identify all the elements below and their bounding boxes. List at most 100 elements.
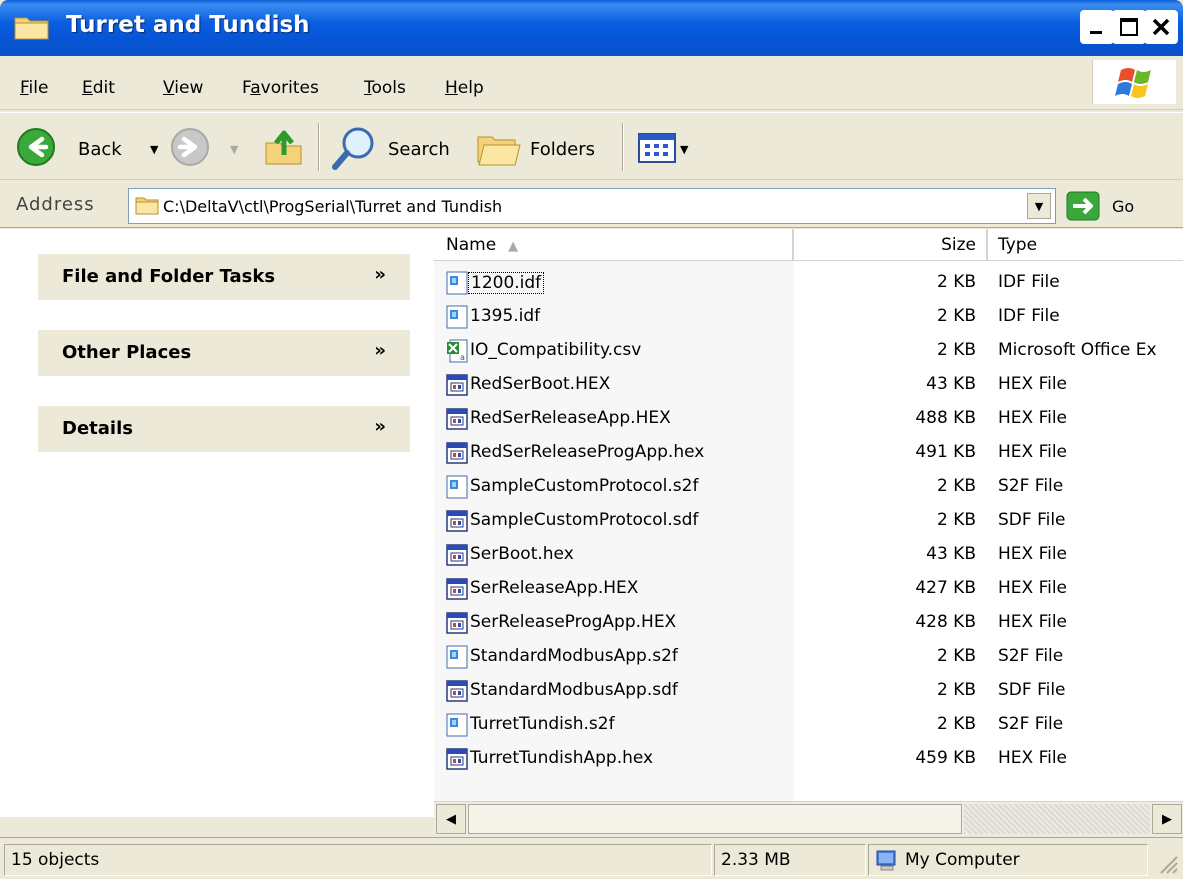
file-size: 2 KB: [936, 272, 976, 292]
address-label: Address: [16, 194, 95, 215]
resize-grip-icon[interactable]: [1155, 851, 1179, 875]
generic-doc-icon: [446, 645, 468, 669]
column-header-name-label: Name: [446, 235, 497, 255]
menu-edit-key: E: [82, 78, 93, 98]
file-size: 459 KB: [915, 748, 976, 768]
computer-icon: [876, 850, 896, 871]
search-icon[interactable]: [330, 125, 378, 171]
hex-file-icon: [446, 611, 468, 635]
horizontal-scrollbar[interactable]: ◀ ▶: [434, 801, 1183, 835]
file-size: 491 KB: [915, 442, 976, 462]
column-header-name[interactable]: Name ▲: [434, 229, 794, 261]
address-input[interactable]: C:\DeltaV\ctl\ProgSerial\Turret and Tund…: [128, 188, 1056, 224]
file-type: SDF File: [998, 510, 1066, 530]
minimize-button[interactable]: [1080, 10, 1114, 44]
task-group-title: Other Places: [62, 342, 192, 363]
title-bar[interactable]: Turret and Tundish: [0, 0, 1183, 56]
file-row[interactable]: SerReleaseApp.HEX 427 KB HEX File: [434, 573, 1183, 607]
address-value: C:\DeltaV\ctl\ProgSerial\Turret and Tund…: [163, 197, 503, 216]
file-row[interactable]: RedSerReleaseProgApp.hex 491 KB HEX File: [434, 437, 1183, 471]
folder-icon: [14, 17, 49, 40]
go-button[interactable]: Go: [1066, 188, 1176, 224]
menu-help[interactable]: Help: [445, 78, 484, 98]
task-group-other-places[interactable]: Other Places »: [38, 330, 410, 376]
file-row[interactable]: SampleCustomProtocol.s2f 2 KB S2F File: [434, 471, 1183, 505]
file-row[interactable]: a IO_Compatibility.csv 2 KB Microsoft Offic…: [434, 335, 1183, 369]
search-button-label[interactable]: Search: [388, 139, 450, 160]
file-row[interactable]: StandardModbusApp.sdf 2 KB SDF File: [434, 675, 1183, 709]
generic-doc-icon: [446, 475, 468, 499]
file-name: TurretTundishApp.hex: [470, 748, 654, 768]
file-size: 43 KB: [926, 374, 976, 394]
menu-tools[interactable]: Tools: [364, 78, 406, 98]
forward-dropdown-arrow-icon[interactable]: ▼: [230, 143, 238, 156]
file-row[interactable]: 1395.idf 2 KB IDF File: [434, 301, 1183, 335]
file-row[interactable]: RedSerBoot.HEX 43 KB HEX File: [434, 369, 1183, 403]
close-button[interactable]: [1144, 10, 1178, 44]
address-bar: Address C:\DeltaV\ctl\ProgSerial\Turret …: [0, 182, 1183, 228]
back-dropdown-arrow-icon[interactable]: ▼: [150, 143, 158, 156]
scroll-track[interactable]: [964, 804, 1150, 834]
views-dropdown-arrow-icon[interactable]: ▼: [680, 143, 688, 156]
status-total-size: 2.33 MB: [714, 844, 866, 876]
folders-icon[interactable]: [476, 129, 522, 169]
close-icon: [1152, 18, 1170, 36]
folders-button-label[interactable]: Folders: [530, 139, 595, 160]
task-group-title: File and Folder Tasks: [62, 266, 276, 287]
column-header-type[interactable]: Type: [988, 229, 1183, 261]
scroll-right-button[interactable]: ▶: [1152, 804, 1182, 834]
chevron-down-icon[interactable]: »: [374, 416, 386, 437]
menu-file[interactable]: File: [20, 78, 48, 98]
file-name: StandardModbusApp.sdf: [470, 680, 678, 700]
menu-bar: File Edit View Favorites Tools Help: [0, 56, 1183, 110]
file-type: Microsoft Office Ex: [998, 340, 1157, 360]
scroll-left-button[interactable]: ◀: [436, 804, 466, 834]
back-arrow-icon[interactable]: [16, 127, 56, 167]
file-size: 427 KB: [915, 578, 976, 598]
up-folder-icon[interactable]: [262, 125, 306, 169]
file-row[interactable]: TurretTundish.s2f 2 KB S2F File: [434, 709, 1183, 743]
task-group-details[interactable]: Details »: [38, 406, 410, 452]
file-row[interactable]: StandardModbusApp.s2f 2 KB S2F File: [434, 641, 1183, 675]
maximize-button[interactable]: [1112, 10, 1146, 44]
go-arrow-icon: [1066, 191, 1100, 221]
file-row[interactable]: 1200.idf 2 KB IDF File: [434, 267, 1183, 301]
menu-view-key: V: [163, 78, 175, 98]
address-dropdown-button[interactable]: ▼: [1027, 193, 1051, 219]
menu-edit[interactable]: Edit: [82, 78, 115, 98]
file-type: HEX File: [998, 374, 1068, 394]
file-row[interactable]: SerReleaseProgApp.HEX 428 KB HEX File: [434, 607, 1183, 641]
chevron-down-icon: ▼: [1034, 199, 1044, 213]
views-icon[interactable]: [638, 133, 676, 163]
task-group-file-folder[interactable]: File and Folder Tasks »: [38, 254, 410, 300]
forward-arrow-icon[interactable]: [170, 127, 210, 167]
file-type: S2F File: [998, 476, 1064, 496]
file-name: IO_Compatibility.csv: [470, 340, 642, 360]
file-type: HEX File: [998, 442, 1068, 462]
chevron-down-icon[interactable]: »: [374, 264, 386, 285]
scroll-thumb[interactable]: [468, 804, 962, 834]
file-row[interactable]: SerBoot.hex 43 KB HEX File: [434, 539, 1183, 573]
task-group-title: Details: [62, 418, 133, 439]
menu-help-key: H: [445, 78, 458, 98]
back-button-label[interactable]: Back: [78, 139, 122, 160]
file-row[interactable]: RedSerReleaseApp.HEX 488 KB HEX File: [434, 403, 1183, 437]
file-row[interactable]: TurretTundishApp.hex 459 KB HEX File: [434, 743, 1183, 777]
file-name: SampleCustomProtocol.sdf: [470, 510, 699, 530]
file-name: RedSerReleaseProgApp.hex: [470, 442, 705, 462]
menu-view[interactable]: View: [163, 78, 203, 98]
hex-file-icon: [446, 407, 468, 431]
file-size: 2 KB: [936, 680, 976, 700]
chevron-down-icon[interactable]: »: [374, 340, 386, 361]
file-list[interactable]: Name ▲ Size Type 1200.idf 2 KB IDF File 1395…: [434, 229, 1183, 801]
menu-view-rest: iew: [174, 78, 204, 98]
menu-favorites[interactable]: Favorites: [242, 78, 319, 98]
excel-csv-icon: a: [446, 339, 468, 363]
column-header-type-label: Type: [998, 235, 1038, 255]
task-pane: File and Folder Tasks » Other Places » D…: [0, 229, 434, 817]
menu-tools-rest: ools: [371, 78, 406, 98]
column-header-size[interactable]: Size: [794, 229, 988, 261]
hex-file-icon: [446, 441, 468, 465]
file-row[interactable]: SampleCustomProtocol.sdf 2 KB SDF File: [434, 505, 1183, 539]
file-name: SampleCustomProtocol.s2f: [470, 476, 699, 496]
